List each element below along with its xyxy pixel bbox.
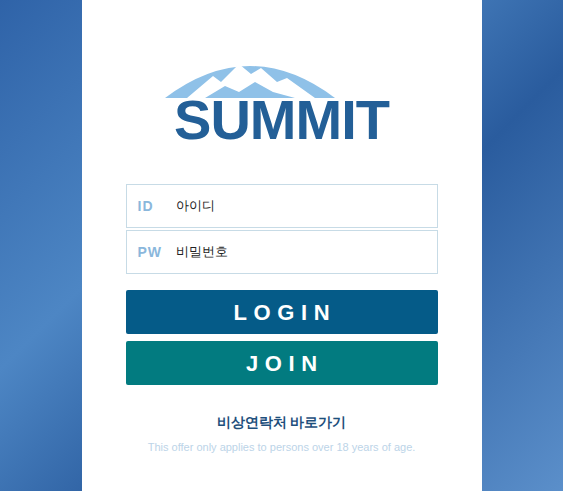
emergency-contact-link[interactable]: 비상연락처 바로가기 [217,412,347,433]
logo-text: SUMMIT [174,92,389,148]
join-button[interactable]: JOIN [126,341,438,385]
field-label: PW [138,242,176,263]
login-button[interactable]: LOGIN [126,290,438,334]
input-field[interactable]: PW [126,230,438,274]
logo: SUMMIT [167,52,397,148]
field-label: ID [138,196,176,217]
button-group: LOGIN JOIN [126,290,438,385]
login-panel: SUMMIT ID PW LOGIN JOIN 비상연락처 바로가기 This offer … [82,0,482,491]
id-input[interactable] [176,196,426,216]
input-field[interactable]: ID [126,184,438,228]
login-form: ID PW LOGIN JOIN [126,184,438,385]
age-notice: This offer only applies to persons over … [148,439,416,456]
password-input[interactable] [176,242,426,262]
login-page: SUMMIT ID PW LOGIN JOIN 비상연락처 바로가기 This offer … [0,0,563,491]
